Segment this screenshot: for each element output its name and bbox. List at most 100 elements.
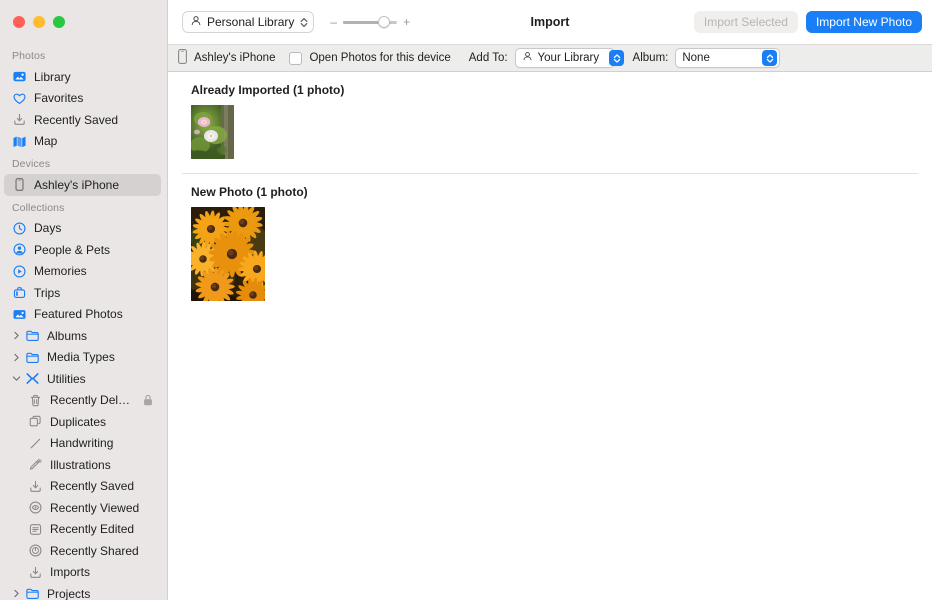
sidebar-item-handwriting[interactable]: Handwriting	[0, 433, 167, 455]
eye-circle-icon	[28, 500, 43, 515]
open-photos-label: Open Photos for this device	[309, 52, 451, 64]
chevron-right-icon[interactable]	[12, 353, 21, 362]
toolbar-actions: Import Selected Import New Photo	[693, 11, 922, 33]
sidebar-item-label: Ashley's iPhone	[34, 177, 120, 192]
sidebar-item-albums[interactable]: Albums	[0, 325, 167, 347]
library-popup-button[interactable]: Personal Library	[182, 11, 315, 33]
sidebar-scroll-area[interactable]: Photos Library Favorites Recently Saved Map D…	[0, 44, 167, 600]
device-name-label: Ashley's iPhone	[194, 52, 276, 64]
sidebar-item-label: Library	[34, 69, 71, 84]
close-window-button[interactable]	[13, 16, 25, 28]
chevron-down-icon[interactable]	[12, 374, 21, 383]
import-selected-button[interactable]: Import Selected	[693, 11, 798, 33]
sidebar-item-memories[interactable]: Memories	[0, 261, 167, 283]
bag-icon	[12, 285, 27, 300]
sidebar-item-label: Projects	[47, 586, 91, 600]
photo-grid	[182, 207, 918, 301]
sidebar-item-label: Albums	[47, 328, 88, 343]
import-content[interactable]: Already Imported (1 photo) New Photo (1 p…	[168, 72, 932, 600]
add-to-label: Add To:	[468, 52, 508, 64]
orange-flowers-thumbnail[interactable]	[191, 207, 265, 301]
section-title: Already Imported (1 photo)	[191, 83, 345, 97]
sidebar-item-media-types[interactable]: Media Types	[0, 347, 167, 369]
sidebar: Photos Library Favorites Recently Saved Map D…	[0, 0, 168, 600]
sidebar-item-recently-saved[interactable]: Recently Saved	[0, 109, 167, 131]
sidebar-item-recently-saved[interactable]: Recently Saved	[0, 476, 167, 498]
illustrations-icon	[28, 457, 43, 472]
sidebar-item-label: People & Pets	[34, 242, 111, 257]
minimize-window-button[interactable]	[33, 16, 45, 28]
zoom-out-label[interactable]: –	[330, 16, 337, 28]
album-value: None	[682, 52, 710, 64]
save-down-icon	[28, 565, 43, 580]
traffic-lights	[0, 0, 167, 44]
sidebar-item-recently-shared[interactable]: Recently Shared	[0, 540, 167, 562]
save-down-icon	[28, 479, 43, 494]
sidebar-item-featured-photos[interactable]: Featured Photos	[0, 304, 167, 326]
sidebar-item-label: Recently Viewed	[50, 500, 140, 515]
section-title: New Photo (1 photo)	[191, 185, 308, 199]
folder-icon	[25, 350, 40, 365]
sidebar-item-trips[interactable]: Trips	[0, 282, 167, 304]
sidebar-item-label: Favorites	[34, 91, 84, 106]
add-to-popup-button[interactable]: Your Library	[514, 48, 625, 68]
sidebar-item-projects[interactable]: Projects	[0, 583, 167, 600]
sidebar-item-recently-edited[interactable]: Recently Edited	[0, 519, 167, 541]
memories-play-icon	[12, 264, 27, 279]
zoom-control[interactable]: – +	[330, 15, 410, 29]
sidebar-item-recently-viewed[interactable]: Recently Viewed	[0, 497, 167, 519]
sidebar-item-utilities[interactable]: Utilities	[0, 368, 167, 390]
sidebar-item-illustrations[interactable]: Illustrations	[0, 454, 167, 476]
zoom-slider-thumb[interactable]	[377, 16, 390, 28]
sidebar-item-favorites[interactable]: Favorites	[0, 88, 167, 110]
person-icon	[522, 51, 533, 65]
sidebar-item-label: Map	[34, 134, 58, 149]
sidebar-item-map[interactable]: Map	[0, 131, 167, 153]
person-icon	[190, 15, 202, 30]
pink-flowers-thumbnail[interactable]	[191, 105, 234, 159]
trash-icon	[28, 393, 43, 408]
chevron-right-icon[interactable]	[12, 589, 21, 598]
maximize-window-button[interactable]	[53, 16, 65, 28]
wrench-screwdriver-icon	[25, 371, 40, 386]
shared-circle-icon	[28, 543, 43, 558]
sidebar-item-label: Days	[34, 221, 62, 236]
sidebar-item-label: Illustrations	[50, 457, 111, 472]
zoom-in-label[interactable]: +	[403, 16, 410, 28]
sidebar-item-label: Recently Shared	[50, 543, 139, 558]
album-popup-button[interactable]: None	[675, 48, 781, 68]
sidebar-item-recently-deleted[interactable]: Recently Deleted	[0, 390, 167, 412]
library-popup-label: Personal Library	[207, 15, 295, 29]
import-new-photo-button[interactable]: Import New Photo	[805, 11, 922, 33]
heart-icon	[12, 91, 27, 106]
folder-icon	[25, 586, 40, 600]
zoom-slider[interactable]	[343, 15, 398, 29]
sidebar-item-imports[interactable]: Imports	[0, 562, 167, 584]
edited-icon	[28, 522, 43, 537]
sidebar-item-days[interactable]: Days	[0, 218, 167, 240]
sidebar-item-label: Utilities	[47, 371, 86, 386]
map-icon	[12, 134, 27, 149]
iphone-icon	[178, 49, 187, 67]
folder-icon	[25, 328, 40, 343]
chevron-updown-icon	[762, 50, 778, 66]
sidebar-item-label: Memories	[34, 264, 87, 279]
photo-grid	[182, 105, 918, 159]
photos-library-icon	[12, 69, 27, 84]
duplicates-icon	[28, 414, 43, 429]
sidebar-section-header: Photos	[12, 50, 46, 62]
sidebar-item-people-pets[interactable]: People & Pets	[0, 239, 167, 261]
sidebar-item-label: Recently Saved	[50, 479, 135, 494]
lock-icon	[143, 394, 153, 406]
featured-photo-icon	[12, 307, 27, 322]
sidebar-item-label: Media Types	[47, 350, 115, 365]
open-photos-checkbox[interactable]	[289, 51, 303, 65]
chevron-right-icon[interactable]	[12, 331, 21, 340]
album-label: Album:	[632, 52, 669, 64]
sidebar-section-header: Devices	[12, 158, 51, 170]
toolbar: Personal Library – + Import Import Selec…	[168, 0, 932, 44]
clock-icon	[12, 221, 27, 236]
sidebar-item-ashley-s-iphone[interactable]: Ashley's iPhone	[4, 174, 161, 196]
sidebar-item-duplicates[interactable]: Duplicates	[0, 411, 167, 433]
sidebar-item-library[interactable]: Library	[0, 66, 167, 88]
